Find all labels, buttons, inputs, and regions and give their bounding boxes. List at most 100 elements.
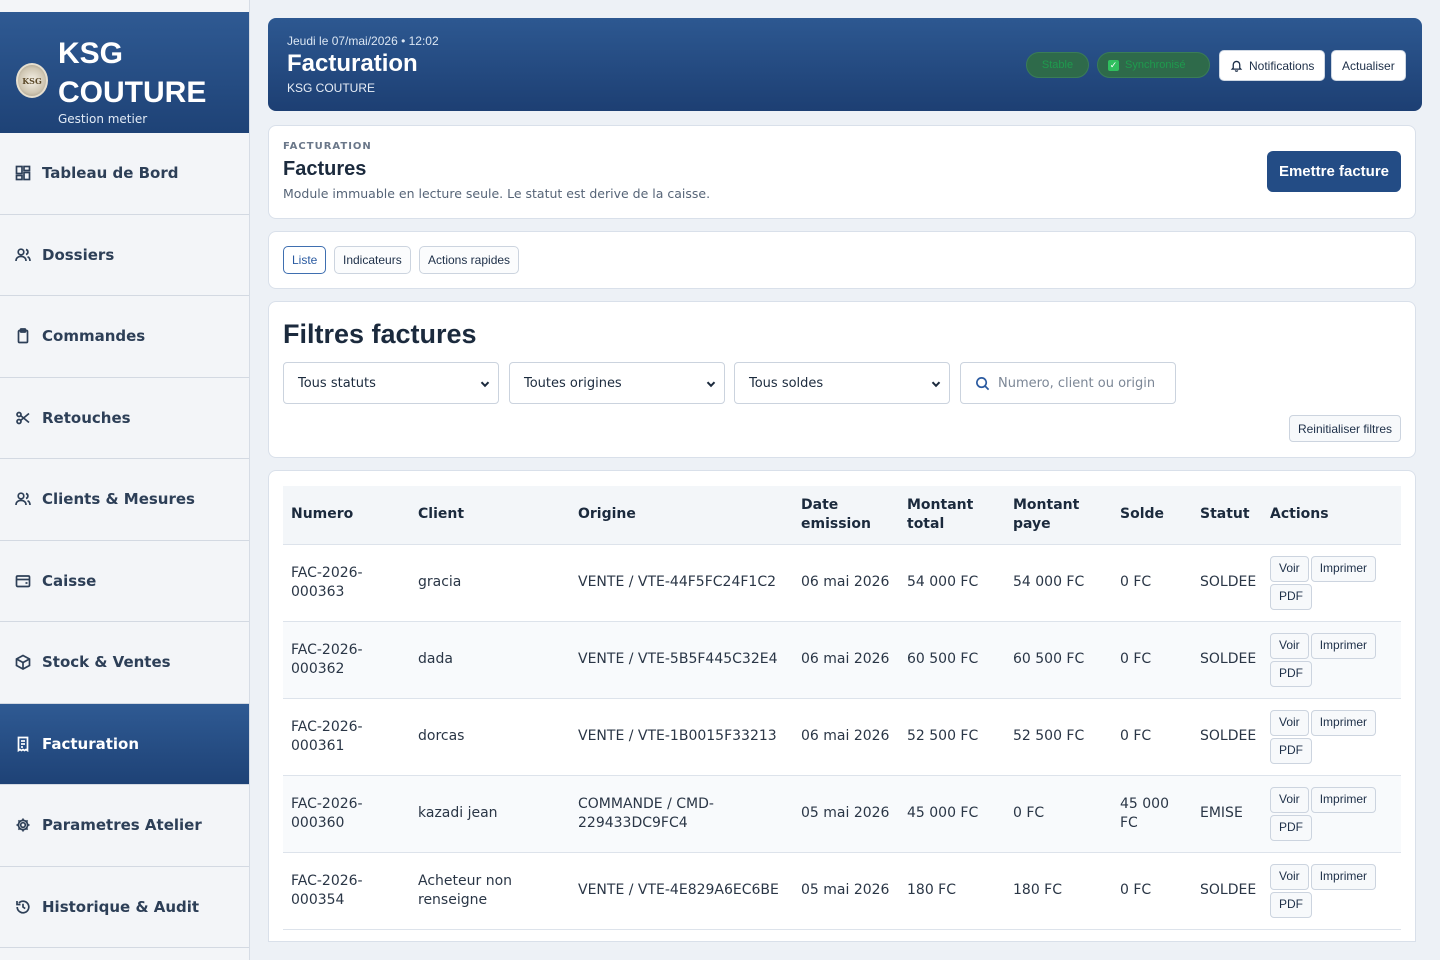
sidebar-item-caisse[interactable]: Caisse xyxy=(0,541,249,622)
sidebar-item-parametres-atelier[interactable]: Parametres Atelier xyxy=(0,785,249,867)
pdf-button[interactable]: PDF xyxy=(1270,660,1312,687)
sidebar-item-retouches[interactable]: Retouches xyxy=(0,378,249,459)
history-icon xyxy=(14,898,32,916)
notifications-button[interactable]: Notifications xyxy=(1219,50,1326,81)
section-title: Factures xyxy=(283,158,367,180)
column-header[interactable]: Origine xyxy=(570,486,793,545)
cell-total: 180 FC xyxy=(899,852,1005,930)
column-header[interactable]: Numero xyxy=(283,486,410,545)
sync-badge: ✓ Synchronisé xyxy=(1097,52,1210,78)
cell-actions: Voir Imprimer PDF xyxy=(1262,621,1401,699)
sidebar-item-clients-mesures[interactable]: Clients & Mesures xyxy=(0,459,249,541)
pdf-button[interactable]: PDF xyxy=(1270,891,1312,918)
cell-total: 52 500 FC xyxy=(899,698,1005,776)
print-button[interactable]: Imprimer xyxy=(1310,786,1377,813)
cell-solde: 0 FC xyxy=(1112,852,1192,930)
view-button[interactable]: Voir xyxy=(1270,786,1309,813)
cell-numero: FAC-2026-000362 xyxy=(283,621,410,699)
cell-statut: SOLDEE xyxy=(1192,544,1262,622)
header-subtitle: KSG COUTURE xyxy=(287,81,376,95)
cell-statut: SOLDEE xyxy=(1192,852,1262,930)
scissors-icon xyxy=(14,409,32,427)
cell-actions: Voir Imprimer PDF xyxy=(1262,775,1401,853)
cell-statut: SOLDEE xyxy=(1192,698,1262,776)
refresh-button[interactable]: Actualiser xyxy=(1331,50,1406,81)
balance-filter-select[interactable]: Tous soldes xyxy=(734,362,950,404)
cell-numero: FAC-2026-000361 xyxy=(283,698,410,776)
view-button[interactable]: Voir xyxy=(1270,632,1309,659)
issue-invoice-button[interactable]: Emettre facture xyxy=(1267,151,1401,192)
cell-solde: 0 FC xyxy=(1112,621,1192,699)
column-header[interactable]: Montant paye xyxy=(1005,486,1112,545)
print-button[interactable]: Imprimer xyxy=(1310,555,1377,582)
section-eyebrow: FACTURATION xyxy=(283,141,372,152)
pdf-button[interactable]: PDF xyxy=(1270,583,1312,610)
tab-liste[interactable]: Liste xyxy=(283,246,327,274)
sidebar: KSG KSG COUTURE Gestion metier Tableau d… xyxy=(0,0,250,960)
filters-title: Filtres factures xyxy=(283,319,477,349)
pdf-button[interactable]: PDF xyxy=(1270,737,1312,764)
cell-solde: 0 FC xyxy=(1112,698,1192,776)
cell-origine: VENTE / VTE-1B0015F33213 xyxy=(570,698,793,776)
column-header[interactable]: Client xyxy=(410,486,570,545)
column-header[interactable]: Date emission xyxy=(793,486,899,545)
search-input[interactable]: Numero, client ou origin xyxy=(960,362,1176,404)
tab-indicateurs[interactable]: Indicateurs xyxy=(334,246,411,274)
notifications-label: Notifications xyxy=(1249,58,1315,73)
cell-actions: Voir Imprimer PDF xyxy=(1262,544,1401,622)
sidebar-item-label: Historique & Audit xyxy=(42,897,200,916)
chevron-down-icon xyxy=(480,378,490,388)
tab-actions-rapides[interactable]: Actions rapides xyxy=(419,246,520,274)
cell-actions: Voir Imprimer PDF xyxy=(1262,698,1401,776)
sidebar-item-dossiers[interactable]: Dossiers xyxy=(0,215,249,296)
clipboard-icon xyxy=(14,327,32,345)
filters-card: Filtres factures Tous statuts Toutes ori… xyxy=(268,301,1416,458)
column-header[interactable]: Statut xyxy=(1192,486,1262,545)
users-icon xyxy=(14,246,32,264)
origin-filter-select[interactable]: Toutes origines xyxy=(509,362,725,404)
cell-paye: 60 500 FC xyxy=(1005,621,1112,699)
print-button[interactable]: Imprimer xyxy=(1310,709,1377,736)
cell-date: 06 mai 2026 xyxy=(793,544,899,622)
pdf-button[interactable]: PDF xyxy=(1270,814,1312,841)
status-filter-value: Tous statuts xyxy=(298,375,376,391)
status-filter-select[interactable]: Tous statuts xyxy=(283,362,499,404)
view-button[interactable]: Voir xyxy=(1270,709,1309,736)
sidebar-item-label: Retouches xyxy=(42,408,131,427)
print-button[interactable]: Imprimer xyxy=(1310,863,1377,890)
table-row: FAC-2026-000361 dorcas VENTE / VTE-1B001… xyxy=(283,698,1401,776)
column-header[interactable]: Montant total xyxy=(899,486,1005,545)
view-button[interactable]: Voir xyxy=(1270,863,1309,890)
chevron-down-icon xyxy=(931,378,941,388)
cell-paye: 180 FC xyxy=(1005,852,1112,930)
refresh-label: Actualiser xyxy=(1342,58,1395,73)
sidebar-nav: Tableau de Bord Dossiers Commandes Retou… xyxy=(0,133,249,948)
view-button[interactable]: Voir xyxy=(1270,555,1309,582)
sidebar-item-commandes[interactable]: Commandes xyxy=(0,296,249,378)
column-header[interactable]: Solde xyxy=(1112,486,1192,545)
page-title: Facturation xyxy=(287,50,418,77)
cell-client: dada xyxy=(410,621,570,699)
cell-paye: 54 000 FC xyxy=(1005,544,1112,622)
cell-actions: Voir Imprimer PDF xyxy=(1262,852,1401,930)
bell-icon xyxy=(1230,60,1243,72)
table-row: FAC-2026-000360 kazadi jean COMMANDE / C… xyxy=(283,775,1401,853)
table-header-row: Numero Client Origine Date emission Mont… xyxy=(283,486,1401,545)
cell-total: 60 500 FC xyxy=(899,621,1005,699)
reset-filters-button[interactable]: Reinitialiser filtres xyxy=(1288,415,1401,442)
cell-client: kazadi jean xyxy=(410,775,570,853)
table-row: FAC-2026-000363 gracia VENTE / VTE-44F5F… xyxy=(283,544,1401,622)
sidebar-item-label: Caisse xyxy=(42,571,97,590)
sidebar-item-label: Tableau de Bord xyxy=(42,164,179,183)
gear-icon xyxy=(14,816,32,834)
sidebar-item-historique-audit[interactable]: Historique & Audit xyxy=(0,867,249,948)
sidebar-item-tableau-de-bord[interactable]: Tableau de Bord xyxy=(0,133,249,215)
sidebar-item-facturation[interactable]: Facturation xyxy=(0,703,249,785)
brand-subtitle: Gestion metier xyxy=(58,112,148,126)
cell-total: 45 000 FC xyxy=(899,775,1005,853)
print-button[interactable]: Imprimer xyxy=(1310,632,1377,659)
sidebar-item-stock-ventes[interactable]: Stock & Ventes xyxy=(0,622,249,704)
box-icon xyxy=(14,653,32,671)
sidebar-item-label: Dossiers xyxy=(42,245,115,264)
cell-total: 54 000 FC xyxy=(899,544,1005,622)
